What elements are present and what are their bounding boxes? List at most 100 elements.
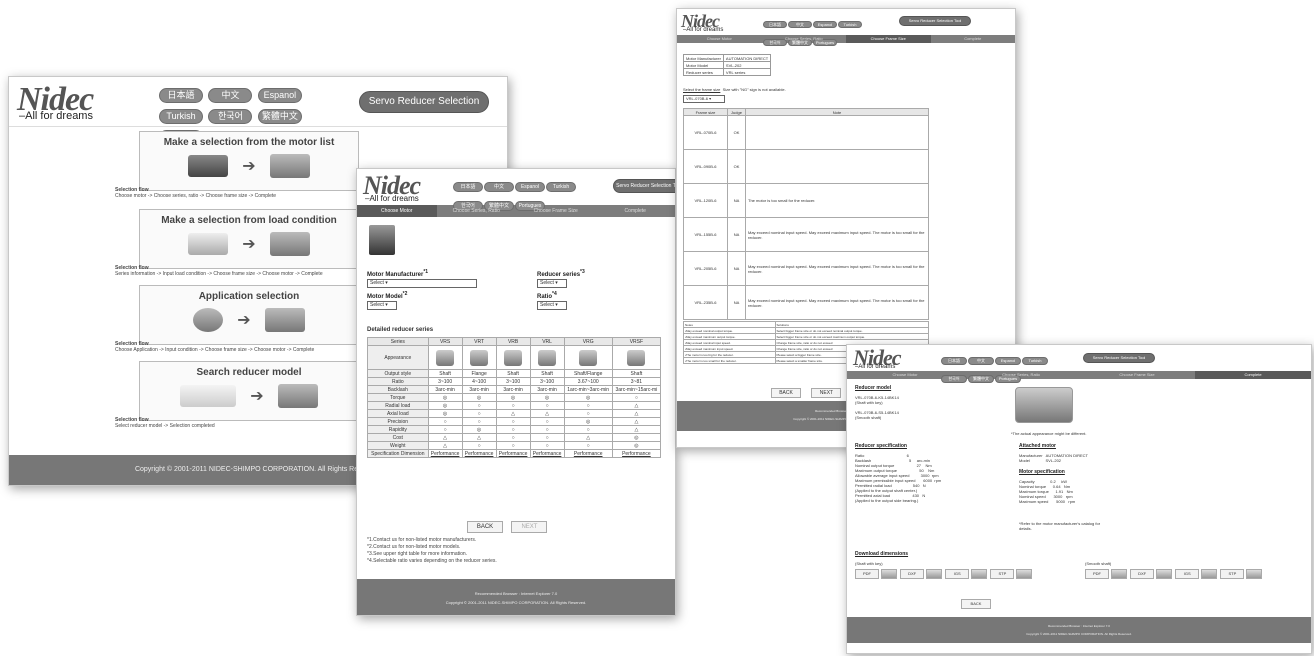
- dxf-thumbnail-icon[interactable]: [926, 569, 943, 579]
- table-cell: △: [611, 401, 662, 410]
- stp-thumbnail-icon[interactable]: [1246, 569, 1263, 579]
- tagline: –All for dreams: [683, 27, 724, 33]
- lang-button-zh[interactable]: 中文: [484, 182, 514, 192]
- application-selection-card[interactable]: Application selection ➔: [139, 285, 359, 345]
- arrow-right-icon: ➔: [250, 388, 264, 405]
- smooth-shaft-label: (Smooth shaft): [1085, 561, 1112, 566]
- igs-thumbnail-icon[interactable]: [971, 569, 988, 579]
- igs-download-button[interactable]: IGS: [1175, 569, 1200, 579]
- lang-button-es[interactable]: Espanol: [995, 357, 1021, 365]
- table-row: Rapidity ○ ◎ ○ ○ ○ △: [367, 425, 662, 434]
- lang-button-es[interactable]: Espanol: [257, 88, 302, 103]
- performance-link[interactable]: Performance: [461, 449, 497, 458]
- lang-button-tr[interactable]: Turkish: [546, 182, 576, 192]
- servo-reducer-tool-button[interactable]: Servo Reducer Selection Tool: [359, 91, 489, 127]
- performance-link[interactable]: Performance: [529, 449, 565, 458]
- table-cell: ○: [529, 425, 565, 434]
- table-row[interactable]: VRL-205B-6 NA May exceed nominal input spe…: [683, 251, 929, 286]
- pdf-thumbnail-icon[interactable]: [1111, 569, 1127, 579]
- stp-thumbnail-icon[interactable]: [1016, 569, 1033, 579]
- motor-model-select[interactable]: Select ▾: [367, 301, 397, 310]
- lang-button-zh[interactable]: 中文: [208, 88, 253, 103]
- lang-button-ja[interactable]: 日本語: [763, 21, 787, 28]
- judge-cell: NA: [727, 251, 746, 286]
- lang-button-ja[interactable]: 日本語: [453, 182, 483, 192]
- back-button[interactable]: BACK: [467, 521, 503, 533]
- servo-reducer-tool-button[interactable]: Servo Reducer Selection Tool: [613, 179, 675, 193]
- motor-manufacturer-select[interactable]: Select ▾: [367, 279, 477, 288]
- load-condition-selection-card[interactable]: Make a selection from load condition ➔: [139, 209, 359, 269]
- reducer-series-select[interactable]: Select ▾: [537, 279, 567, 288]
- pdf-thumbnail-icon[interactable]: [881, 569, 897, 579]
- performance-link[interactable]: Performance: [495, 449, 531, 458]
- lang-button-ko[interactable]: 한국어: [208, 109, 253, 124]
- performance-link[interactable]: Performance: [427, 449, 463, 458]
- performance-link[interactable]: Performance: [611, 449, 662, 458]
- row-header: Torque: [367, 393, 429, 402]
- next-button[interactable]: NEXT: [811, 388, 842, 398]
- motor-spec-title: Motor specification: [1019, 469, 1065, 475]
- performance-link[interactable]: Performance: [563, 449, 613, 458]
- reducer-model-title: Reducer model: [855, 385, 892, 391]
- download-row-key: PDF DXF IGS STP: [855, 569, 1034, 579]
- table-cell: ○: [461, 441, 497, 450]
- igs-download-button[interactable]: IGS: [945, 569, 970, 579]
- reducer-image: [264, 308, 305, 332]
- ratio-select[interactable]: Select ▾: [537, 301, 567, 310]
- reducer-image: [427, 345, 463, 370]
- frame-size-cell: VRL-235B-6: [683, 285, 728, 320]
- table-cell: Shaft: [495, 369, 531, 378]
- table-cell: 3arc-min: [461, 385, 497, 394]
- reducer-image: [461, 345, 497, 370]
- tagline: –All for dreams: [855, 364, 896, 370]
- lang-button-tr[interactable]: Turkish: [1022, 357, 1048, 365]
- lang-button-es[interactable]: Espanol: [813, 21, 837, 28]
- pdf-download-button[interactable]: PDF: [1085, 569, 1109, 579]
- table-row[interactable]: VRL-120B-6 NA The motor is too small for t…: [683, 183, 929, 218]
- motor-image: [188, 155, 229, 177]
- dxf-download-button[interactable]: DXF: [900, 569, 925, 579]
- lang-button-ja[interactable]: 日本語: [159, 88, 203, 103]
- dxf-download-button[interactable]: DXF: [1130, 569, 1155, 579]
- table-row[interactable]: VRL-070B-6 OK: [683, 115, 929, 150]
- step-choose-series: Choose Series, Ratio: [784, 36, 823, 41]
- judge-cell: NA: [727, 285, 746, 320]
- table-cell: 3~100: [427, 377, 463, 386]
- servo-reducer-tool-button[interactable]: Servo Reducer Selection Tool: [899, 16, 971, 26]
- back-button[interactable]: BACK: [771, 388, 801, 398]
- stp-download-button[interactable]: STP: [990, 569, 1015, 579]
- pdf-download-button[interactable]: PDF: [855, 569, 879, 579]
- lang-button-ja[interactable]: 日本語: [941, 357, 967, 365]
- reducer-image: [277, 384, 318, 408]
- table-cell: ◎: [427, 393, 463, 402]
- lang-button-tr[interactable]: Turkish: [159, 109, 203, 124]
- table-cell: 3arc-min~15arc-mi: [611, 385, 662, 394]
- table-row[interactable]: VRL-090B-6 OK: [683, 149, 929, 184]
- servo-reducer-tool-button[interactable]: Servo Reducer Selection Tool: [1083, 353, 1155, 363]
- table-cell: 4~100: [461, 377, 497, 386]
- table-cell: ◎: [611, 433, 662, 442]
- frame-size-cell: VRL-090B-6: [683, 149, 728, 184]
- lang-button-zh[interactable]: 中文: [968, 357, 994, 365]
- lang-button-tr[interactable]: Turkish: [838, 21, 862, 28]
- table-cell: ○: [563, 425, 613, 434]
- table-cell: Flange: [461, 369, 497, 378]
- next-button[interactable]: NEXT: [511, 521, 548, 533]
- reducer-series-table: Series VRS VRT VRB VRL VRG VRSF Appearance Outp…: [367, 337, 662, 458]
- lang-button-es[interactable]: Espanol: [515, 182, 545, 192]
- lang-button-zh-tw[interactable]: 繁體中文: [257, 109, 302, 124]
- search-reducer-model-card[interactable]: Search reducer model ➔: [139, 361, 359, 421]
- table-header-cell: VRT: [461, 337, 497, 346]
- reducer-model-text: VRL-070B-6-K5-14BK14 (Shaft with key) VR…: [855, 395, 899, 420]
- motor-list-selection-card[interactable]: Make a selection from the motor list ➔: [139, 131, 359, 191]
- igs-thumbnail-icon[interactable]: [1201, 569, 1218, 579]
- stp-download-button[interactable]: STP: [1220, 569, 1245, 579]
- table-row[interactable]: VRL-235B-6 NA May exceed nominal input spe…: [683, 285, 929, 320]
- back-button[interactable]: BACK: [961, 599, 991, 609]
- frame-size-select[interactable]: VRL-070B-6 ▾: [683, 95, 725, 103]
- table-row[interactable]: VRL-155B-6 NA May exceed nominal input spe…: [683, 217, 929, 252]
- table-cell: ○: [495, 441, 531, 450]
- dxf-thumbnail-icon[interactable]: [1156, 569, 1173, 579]
- lang-button-zh[interactable]: 中文: [788, 21, 812, 28]
- table-cell: ◎: [529, 393, 565, 402]
